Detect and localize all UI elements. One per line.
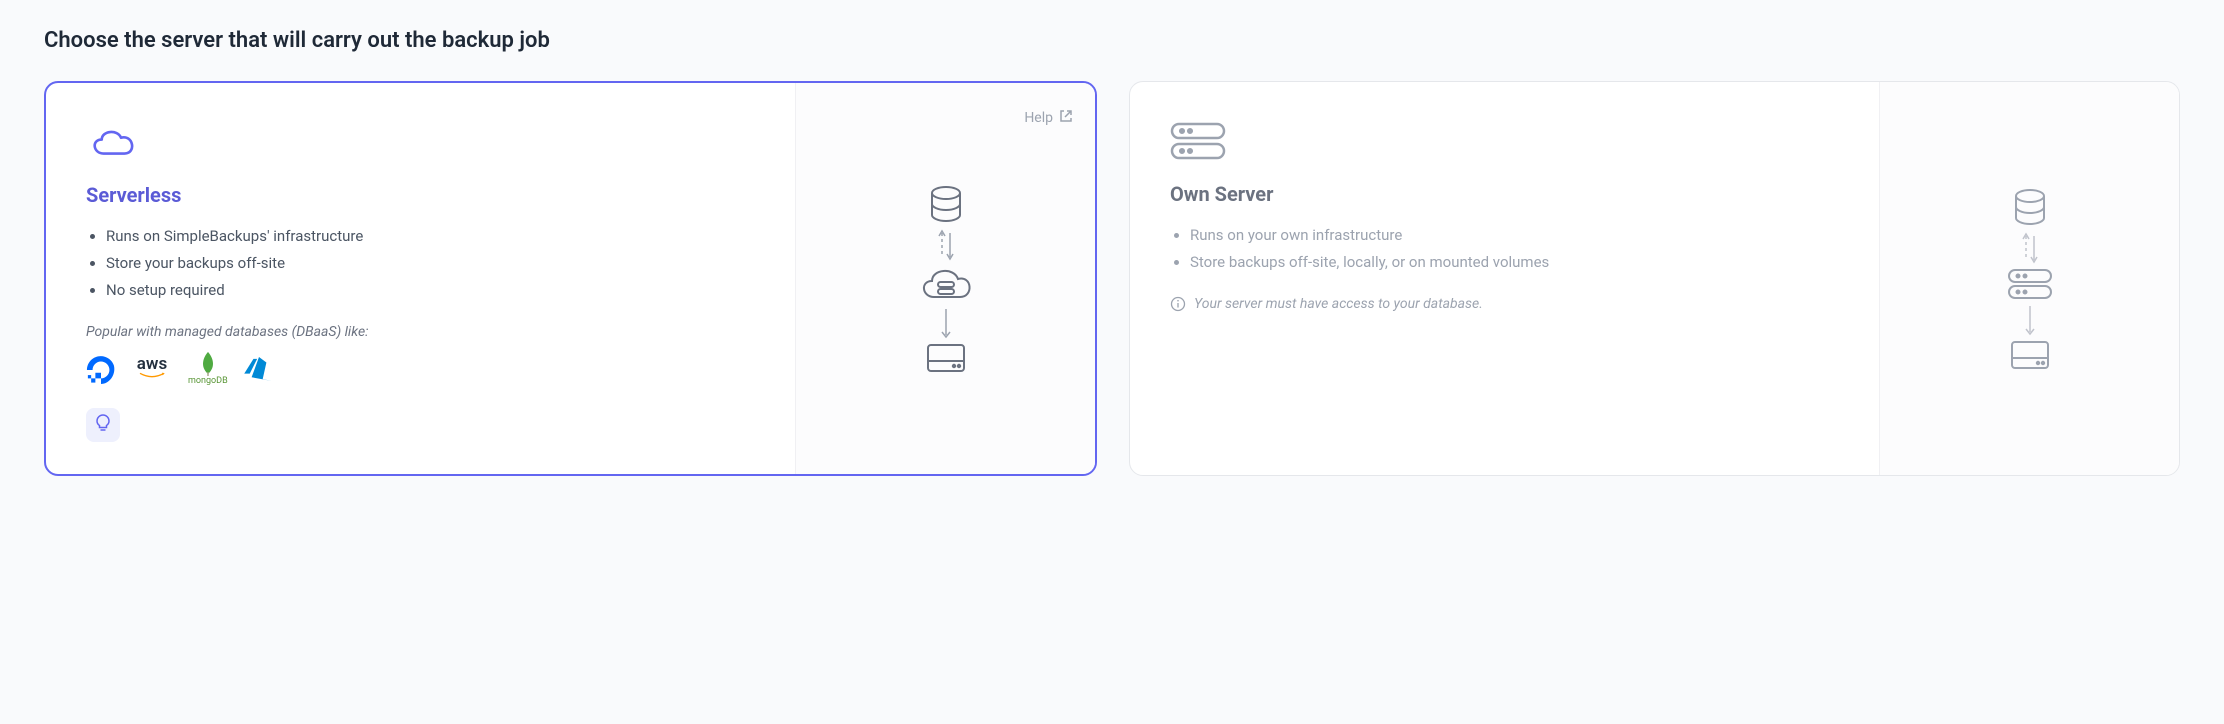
bullet-item: Runs on your own infrastructure bbox=[1190, 222, 1839, 249]
bullet-item: Runs on SimpleBackups' infrastructure bbox=[106, 223, 755, 250]
info-icon bbox=[1170, 296, 1186, 316]
tip-button[interactable] bbox=[86, 408, 120, 442]
cloud-server-icon bbox=[916, 263, 976, 305]
lightbulb-icon bbox=[95, 414, 111, 436]
storage-icon bbox=[2008, 338, 2052, 372]
cloud-icon bbox=[86, 123, 142, 163]
mongodb-logo: mongoDB bbox=[188, 352, 228, 386]
card-own-diagram bbox=[1879, 82, 2179, 475]
database-icon bbox=[924, 183, 968, 227]
bullet-item: Store your backups off-site bbox=[106, 250, 755, 277]
section-heading: Choose the server that will carry out th… bbox=[44, 28, 2180, 53]
storage-icon bbox=[924, 341, 968, 375]
dbaas-logos: aws mongoDB bbox=[86, 352, 755, 386]
bullet-item: Store backups off-site, locally, or on m… bbox=[1190, 249, 1839, 276]
connection-down bbox=[2018, 302, 2042, 338]
connection-bidirectional bbox=[2018, 230, 2042, 266]
server-stack-icon bbox=[2005, 266, 2055, 302]
azure-logo bbox=[244, 357, 274, 381]
card-own-title: Own Server bbox=[1170, 182, 1839, 206]
card-own-bullets: Runs on your own infrastructure Store ba… bbox=[1170, 222, 1839, 276]
aws-logo: aws bbox=[132, 358, 172, 380]
bullet-item: No setup required bbox=[106, 277, 755, 304]
server-choice-cards: Serverless Runs on SimpleBackups' infras… bbox=[44, 81, 2180, 476]
card-serverless-body: Serverless Runs on SimpleBackups' infras… bbox=[46, 83, 795, 474]
popular-label: Popular with managed databases (DBaaS) l… bbox=[86, 324, 755, 340]
info-note: Your server must have access to your dat… bbox=[1170, 296, 1839, 316]
card-serverless-title: Serverless bbox=[86, 183, 755, 207]
card-serverless-bullets: Runs on SimpleBackups' infrastructure St… bbox=[86, 223, 755, 304]
database-icon bbox=[2008, 186, 2052, 230]
card-serverless-diagram: Help bbox=[795, 83, 1095, 474]
help-link[interactable]: Help bbox=[1024, 109, 1073, 127]
server-icon bbox=[1170, 122, 1226, 162]
connection-bidirectional bbox=[934, 227, 958, 263]
digitalocean-logo bbox=[86, 354, 116, 384]
card-own-body: Own Server Runs on your own infrastructu… bbox=[1130, 82, 1879, 475]
card-serverless[interactable]: Serverless Runs on SimpleBackups' infras… bbox=[44, 81, 1097, 476]
connection-down bbox=[934, 305, 958, 341]
external-link-icon bbox=[1059, 109, 1073, 127]
card-own-server[interactable]: Own Server Runs on your own infrastructu… bbox=[1129, 81, 2180, 476]
